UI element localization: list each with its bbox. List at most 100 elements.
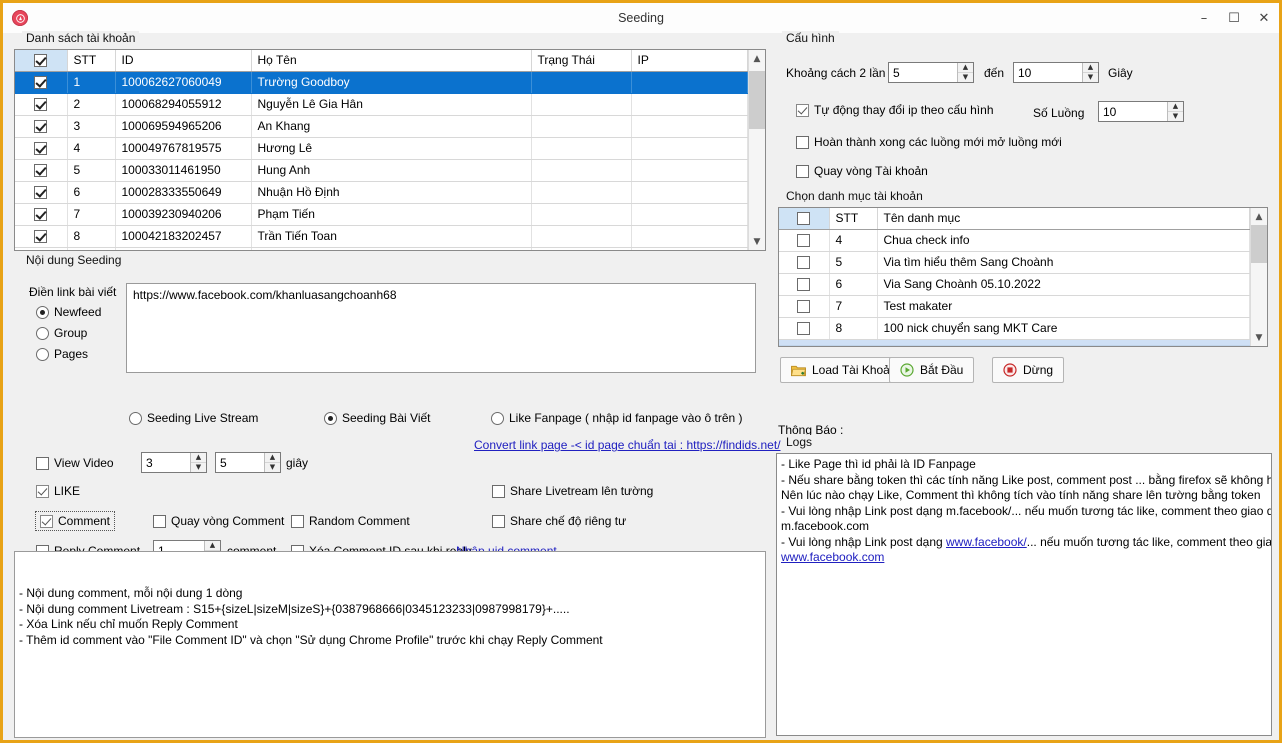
category-scroll-track[interactable] [1250,225,1267,329]
category-scrollbar[interactable]: ▲ ▼ [1250,208,1267,346]
threads-buttons[interactable]: ▲ ▼ [1167,102,1183,121]
spin-down-icon[interactable]: ▼ [1168,112,1183,121]
convert-link-link[interactable]: Convert link page -< id page chuẩn tai :… [474,438,781,452]
interval-to-stepper[interactable]: 10 ▲ ▼ [1013,62,1099,83]
finish-threads-option[interactable]: Hoàn thành xong các luồng mới mở luồng m… [796,135,1062,149]
view-video-from-value[interactable]: 3 [142,453,190,472]
newfeed-radio[interactable] [36,305,49,319]
accounts-scroll-thumb[interactable] [748,71,765,129]
share-rieng-tu-option[interactable]: Share chế độ riêng tư [492,514,626,528]
random-comment-checkbox[interactable] [291,514,304,528]
interval-from-stepper[interactable]: 5 ▲ ▼ [888,62,974,83]
group-radio[interactable] [36,326,49,340]
seeding-bai-viet-radio[interactable] [324,411,337,425]
post-link-input[interactable]: https://www.facebook.com/khanluasangchoa… [126,283,756,373]
spin-up-icon[interactable]: ▲ [205,541,220,551]
interval-to-value[interactable]: 10 [1014,63,1082,82]
accounts-col-ip[interactable]: IP [631,50,748,72]
comment-option[interactable]: Comment [34,511,116,531]
scroll-up-icon[interactable]: ▲ [749,50,766,67]
row-select-checkbox-cell[interactable] [15,159,68,182]
row-select-checkbox-cell[interactable] [15,137,68,160]
view-video-option[interactable]: View Video [36,456,114,470]
comment-content-textarea[interactable]: - Nội dung comment, mỗi nội dung 1 dòng -… [14,551,766,738]
like-fanpage-radio[interactable] [491,411,504,425]
accounts-col-id[interactable]: ID [115,50,252,72]
row-select-checkbox-cell[interactable] [15,115,68,138]
list-item[interactable]: 8 100 nick chuyển sang MKT Care [779,317,1250,340]
view-video-from-buttons[interactable]: ▲ ▼ [190,453,206,472]
scroll-down-icon[interactable]: ▼ [1251,329,1268,346]
share-rieng-tu-checkbox[interactable] [492,514,505,528]
spin-up-icon[interactable]: ▲ [958,63,973,73]
auto-ip-option[interactable]: Tự động thay đổi ip theo cấu hình [796,103,994,117]
category-select-all-checkbox[interactable] [797,212,811,226]
interval-to-buttons[interactable]: ▲ ▼ [1082,63,1098,82]
target-group[interactable]: Group [36,326,87,340]
row-checkbox[interactable] [34,164,48,178]
scroll-down-icon[interactable]: ▼ [749,233,766,250]
threads-stepper[interactable]: 10 ▲ ▼ [1098,101,1184,122]
log-www-facebook-link[interactable]: www.facebook/ [946,535,1027,549]
accounts-select-all-header[interactable] [15,50,68,72]
start-button[interactable]: Bắt Đầu [889,357,975,383]
view-video-checkbox[interactable] [36,456,49,470]
list-item[interactable]: 6 Via Sang Choành 05.10.2022 [779,273,1250,296]
view-video-to-value[interactable]: 5 [216,453,264,472]
stop-button[interactable]: Dừng [992,357,1065,383]
pages-radio[interactable] [36,347,49,361]
spin-down-icon[interactable]: ▼ [265,463,280,472]
logs-textarea[interactable]: - Like Page thì id phải là ID Fanpage - N… [776,453,1272,736]
category-row-checkbox-cell[interactable] [779,229,830,252]
row-checkbox[interactable] [34,120,48,134]
table-row[interactable] [15,247,748,250]
auto-ip-checkbox[interactable] [796,103,809,117]
list-item[interactable]: 5 Via tìm hiểu thêm Sang Choành [779,251,1250,274]
spin-up-icon[interactable]: ▲ [1083,63,1098,73]
category-empty-row[interactable] [779,339,1250,346]
close-button[interactable]: ✕ [1249,3,1279,33]
accounts-table[interactable]: STT ID Họ Tên Trạng Thái IP 1 10006262706… [14,49,766,251]
category-row-checkbox[interactable] [797,234,811,248]
category-col-name[interactable]: Tên danh mục [877,208,1250,230]
view-video-to-stepper[interactable]: 5 ▲ ▼ [215,452,281,473]
row-checkbox[interactable] [34,76,48,90]
accounts-scroll-track[interactable] [748,67,765,233]
row-checkbox[interactable] [34,142,48,156]
category-table[interactable]: STT Tên danh mục 4 Chua check info 5 Via tì… [778,207,1268,347]
accounts-col-stt[interactable]: STT [67,50,116,72]
category-select-all-header[interactable] [779,208,830,230]
row-select-checkbox-cell[interactable] [15,225,68,248]
target-pages[interactable]: Pages [36,347,88,361]
accounts-select-all-checkbox[interactable] [34,54,48,68]
table-row[interactable]: 3 100069594965206 An Khang [15,115,748,138]
table-row[interactable]: 7 100039230940206 Phạm Tiến [15,203,748,226]
mode-like-fanpage[interactable]: Like Fanpage ( nhập id fanpage vào ô trê… [491,411,743,425]
share-livestream-option[interactable]: Share Livetream lên tường [492,484,653,498]
view-video-from-stepper[interactable]: 3 ▲ ▼ [141,452,207,473]
category-row-checkbox[interactable] [797,256,811,270]
spin-up-icon[interactable]: ▲ [265,453,280,463]
share-livestream-checkbox[interactable] [492,484,505,498]
quay-vong-comment-option[interactable]: Quay vòng Comment [153,514,284,528]
table-row[interactable]: 4 100049767819575 Hương Lê [15,137,748,160]
category-row-checkbox[interactable] [797,300,811,314]
spin-down-icon[interactable]: ▼ [191,463,206,472]
rotate-accounts-option[interactable]: Quay vòng Tài khoản [796,164,928,178]
row-checkbox[interactable] [34,208,48,222]
spin-up-icon[interactable]: ▲ [191,453,206,463]
view-video-to-buttons[interactable]: ▲ ▼ [264,453,280,472]
category-row-checkbox-cell[interactable] [779,251,830,274]
category-row-checkbox-cell[interactable] [779,317,830,340]
threads-value[interactable]: 10 [1099,102,1167,121]
quay-vong-comment-checkbox[interactable] [153,514,166,528]
row-checkbox[interactable] [34,186,48,200]
table-row[interactable]: 2 100068294055912 Nguyễn Lê Gia Hân [15,93,748,116]
category-scroll-thumb[interactable] [1250,225,1267,263]
row-select-checkbox-cell[interactable] [15,93,68,116]
list-item[interactable]: 7 Test makater [779,295,1250,318]
interval-from-buttons[interactable]: ▲ ▼ [957,63,973,82]
table-row[interactable]: 6 100028333550649 Nhuận Hồ Định [15,181,748,204]
accounts-col-name[interactable]: Họ Tên [251,50,532,72]
spin-up-icon[interactable]: ▲ [1168,102,1183,112]
